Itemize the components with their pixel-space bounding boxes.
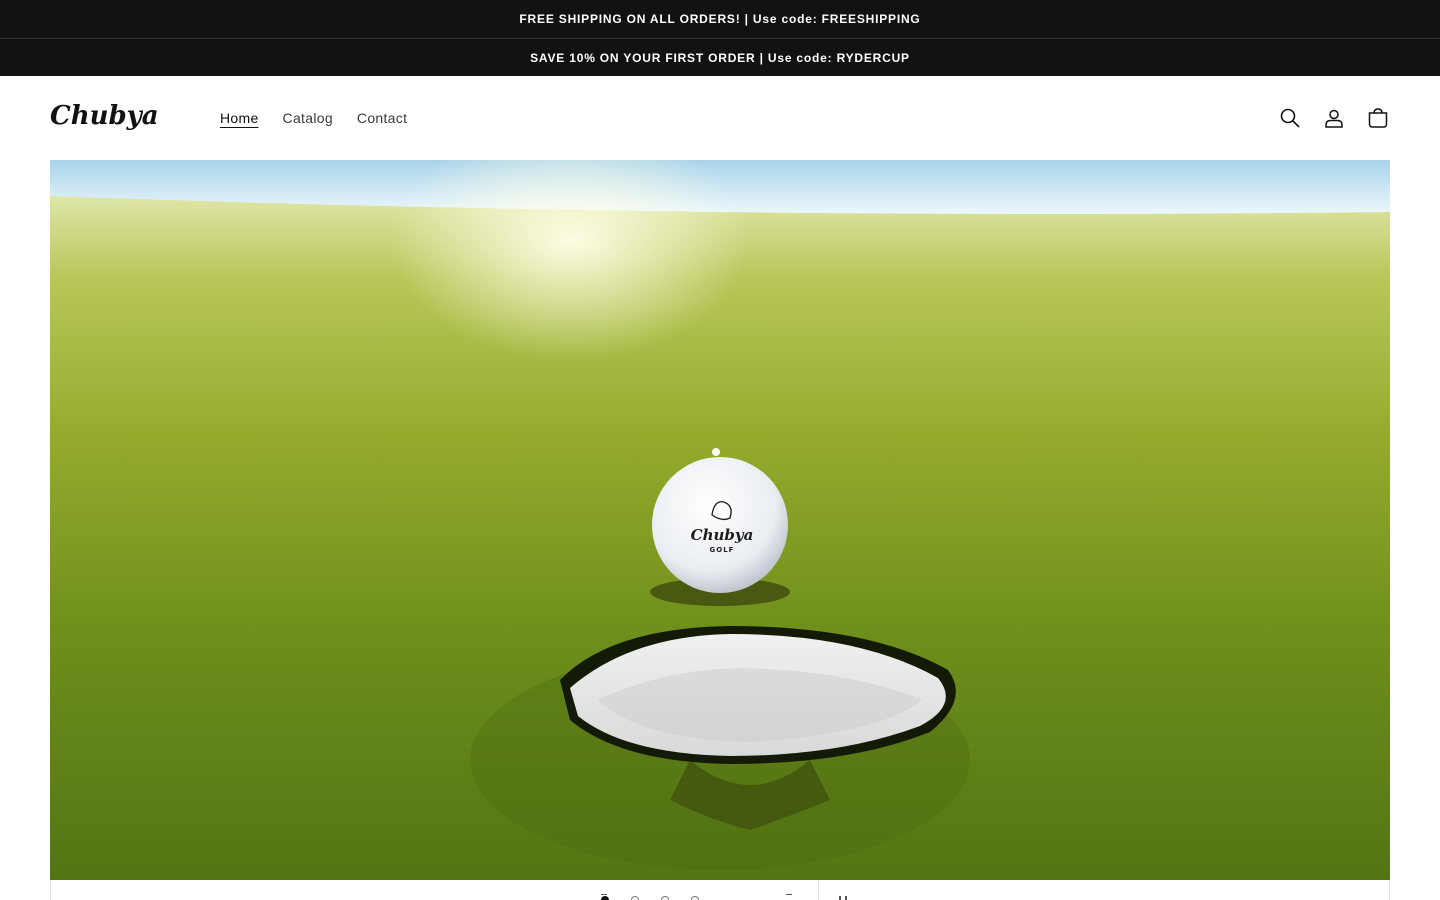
slide-dot-4[interactable] [691,896,699,900]
ball-subtext: GOLF [710,546,735,554]
pause-icon[interactable] [839,896,847,900]
cart-icon[interactable] [1366,106,1390,130]
announcement-discount: SAVE 10% ON YOUR FIRST ORDER | Use code:… [0,38,1440,76]
hero-image: Chubya GOLF [50,160,1390,880]
brand-logo[interactable]: Chubya [50,100,180,136]
main-nav: Home Catalog Contact [220,110,407,126]
slide-dots [601,896,699,900]
controls-divider [818,880,819,900]
account-icon[interactable] [1322,106,1346,130]
search-icon[interactable] [1278,106,1302,130]
header-icons [1278,106,1390,130]
slideshow-controls [50,880,1390,900]
announcement-bar: FREE SHIPPING ON ALL ORDERS! | Use code:… [0,0,1440,76]
nav-catalog[interactable]: Catalog [283,110,333,126]
slide-dot-1[interactable] [601,896,609,900]
logo-wordmark: Chubya [50,101,159,131]
nav-home[interactable]: Home [220,110,259,126]
site-header: Chubya Home Catalog Contact [0,76,1440,160]
nav-contact[interactable]: Contact [357,110,407,126]
logo-text: Chubya [50,101,159,131]
slide-dot-3[interactable] [661,896,669,900]
announcement-shipping: FREE SHIPPING ON ALL ORDERS! | Use code:… [519,12,921,26]
hero-banner: Chubya GOLF [50,160,1390,880]
ball-brand-text: Chubya [691,526,754,544]
slide-dot-2[interactable] [631,896,639,900]
next-slide-icon[interactable] [786,894,792,900]
